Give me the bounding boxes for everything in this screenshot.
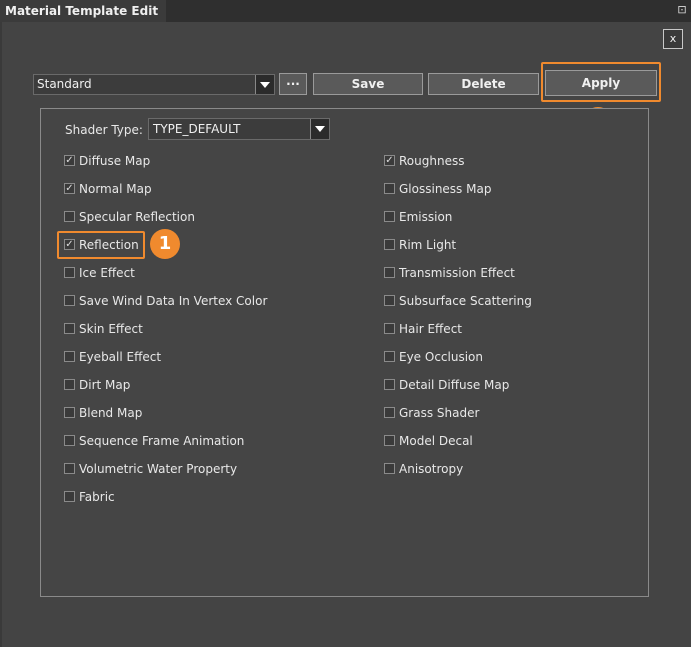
template-select[interactable]: Standard bbox=[33, 74, 275, 95]
checkbox[interactable] bbox=[384, 323, 395, 334]
checkbox[interactable] bbox=[384, 379, 395, 390]
checkbox[interactable] bbox=[64, 463, 75, 474]
checkbox[interactable] bbox=[384, 435, 395, 446]
checkbox[interactable] bbox=[64, 211, 75, 222]
checkbox[interactable] bbox=[384, 295, 395, 306]
checkbox-label: Dirt Map bbox=[79, 378, 131, 392]
checkbox[interactable]: ✓ bbox=[64, 183, 75, 194]
checkbox-label: Diffuse Map bbox=[79, 154, 151, 168]
checkbox-label: Roughness bbox=[399, 154, 465, 168]
close-button[interactable]: x bbox=[663, 29, 683, 49]
checkbox[interactable] bbox=[384, 239, 395, 250]
checkbox-label: Eye Occlusion bbox=[399, 350, 483, 364]
delete-button[interactable]: Delete bbox=[428, 73, 539, 95]
checkbox-label: Ice Effect bbox=[79, 266, 135, 280]
window-edge bbox=[0, 22, 2, 647]
save-button[interactable]: Save bbox=[313, 73, 423, 95]
checkbox-label: Model Decal bbox=[399, 434, 473, 448]
shader-type-label: Shader Type: bbox=[65, 123, 143, 137]
checkbox-label: Subsurface Scattering bbox=[399, 294, 532, 308]
checkbox-label: Blend Map bbox=[79, 406, 143, 420]
checkbox[interactable] bbox=[64, 491, 75, 502]
checkbox[interactable] bbox=[64, 323, 75, 334]
checkbox-label: Volumetric Water Property bbox=[79, 462, 238, 476]
checkbox[interactable] bbox=[384, 407, 395, 418]
checkbox[interactable] bbox=[64, 351, 75, 362]
checkbox-label: Grass Shader bbox=[399, 406, 480, 420]
checkbox-label: Hair Effect bbox=[399, 322, 462, 336]
more-button[interactable]: ··· bbox=[279, 73, 307, 95]
checkbox[interactable] bbox=[64, 407, 75, 418]
checkbox-label: Normal Map bbox=[79, 182, 152, 196]
window-title: Material Template Edit bbox=[0, 0, 166, 22]
checkbox-label: Detail Diffuse Map bbox=[399, 378, 510, 392]
pin-icon[interactable]: ⊡ bbox=[675, 3, 689, 17]
checkbox-label: Sequence Frame Animation bbox=[79, 434, 245, 448]
checkbox-label: Glossiness Map bbox=[399, 182, 492, 196]
template-select-value: Standard bbox=[37, 77, 92, 91]
chevron-down-icon bbox=[315, 126, 325, 132]
checkbox[interactable] bbox=[384, 267, 395, 278]
checkbox-label: Skin Effect bbox=[79, 322, 143, 336]
checkbox[interactable]: ✓ bbox=[64, 155, 75, 166]
template-select-arrow[interactable] bbox=[255, 75, 274, 94]
checkbox[interactable] bbox=[64, 267, 75, 278]
checkbox[interactable] bbox=[384, 183, 395, 194]
checkbox-label: Emission bbox=[399, 210, 453, 224]
checkbox[interactable] bbox=[64, 295, 75, 306]
step-1-badge: 1 bbox=[150, 229, 180, 259]
checkbox-label: Transmission Effect bbox=[399, 266, 515, 280]
checkbox-label: Save Wind Data In Vertex Color bbox=[79, 294, 268, 308]
checkbox[interactable] bbox=[384, 351, 395, 362]
shader-type-select[interactable]: TYPE_DEFAULT bbox=[148, 118, 330, 140]
title-bar: Material Template Edit ⊡ bbox=[0, 0, 691, 22]
chevron-down-icon bbox=[260, 82, 270, 88]
checkbox-label: Anisotropy bbox=[399, 462, 464, 476]
checkbox[interactable] bbox=[384, 211, 395, 222]
checkbox[interactable] bbox=[64, 379, 75, 390]
checkbox-label: Specular Reflection bbox=[79, 210, 195, 224]
checkbox-label: Fabric bbox=[79, 490, 115, 504]
reflection-highlight-box bbox=[57, 231, 145, 259]
shader-type-arrow[interactable] bbox=[310, 119, 329, 139]
checkbox[interactable] bbox=[384, 463, 395, 474]
checkbox-label: Eyeball Effect bbox=[79, 350, 162, 364]
shader-type-value: TYPE_DEFAULT bbox=[153, 122, 241, 136]
checkbox[interactable]: ✓ bbox=[384, 155, 395, 166]
checkbox-label: Rim Light bbox=[399, 238, 457, 252]
apply-highlight-box bbox=[541, 62, 661, 102]
checkbox[interactable] bbox=[64, 435, 75, 446]
